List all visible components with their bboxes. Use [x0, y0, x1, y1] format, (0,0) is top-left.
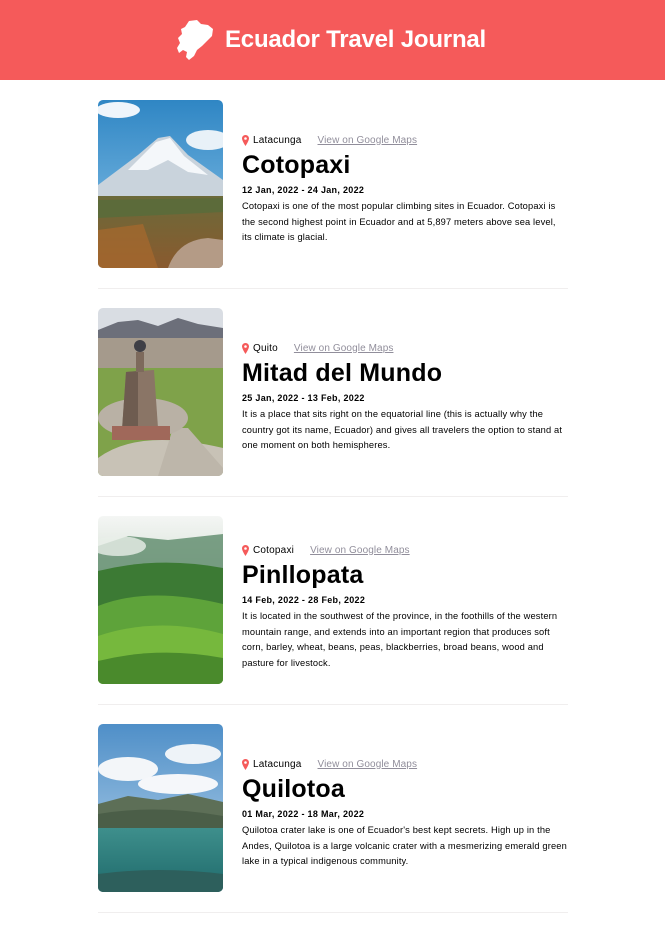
location-label: Latacunga: [253, 134, 302, 146]
app-header: Ecuador Travel Journal: [0, 0, 665, 80]
entry-photo-mitad-del-mundo: [98, 308, 223, 476]
location-pin-icon: [242, 134, 249, 146]
location-row: Latacunga View on Google Maps: [242, 757, 568, 771]
entry-photo-quilotoa: [98, 724, 223, 892]
journal-entry: Latacunga View on Google Maps Quilotoa 0…: [98, 724, 568, 932]
ecuador-map-icon: [176, 20, 213, 60]
journal-entry: Latacunga View on Google Maps Cotopaxi 1…: [98, 100, 568, 308]
location-row: Quito View on Google Maps: [242, 341, 568, 355]
location-pin-icon: [242, 758, 249, 770]
location-row: Cotopaxi View on Google Maps: [242, 543, 568, 557]
entry-divider: [98, 912, 568, 913]
entry-title: Mitad del Mundo: [242, 359, 443, 387]
entry-dates: 14 Feb, 2022 - 28 Feb, 2022: [242, 595, 366, 605]
entry-title: Quilotoa: [242, 775, 345, 803]
view-on-google-maps-link[interactable]: View on Google Maps: [310, 545, 410, 556]
entry-dates: 25 Jan, 2022 - 13 Feb, 2022: [242, 393, 365, 403]
entry-title: Cotopaxi: [242, 151, 351, 179]
entry-description: Quilotoa crater lake is one of Ecuador's…: [242, 825, 567, 867]
entry-description: It is a place that sits right on the equ…: [242, 409, 563, 451]
view-on-google-maps-link[interactable]: View on Google Maps: [294, 343, 394, 354]
location-pin-icon: [242, 342, 249, 354]
location-label: Quito: [253, 342, 278, 354]
view-on-google-maps-link[interactable]: View on Google Maps: [318, 759, 418, 770]
entry-dates: 01 Mar, 2022 - 18 Mar, 2022: [242, 809, 365, 819]
entry-info: Cotopaxi View on Google Maps Pinllopata …: [242, 543, 568, 671]
journal-entry: Quito View on Google Maps Mitad del Mund…: [98, 308, 568, 516]
entry-divider: [98, 496, 568, 497]
entry-title: Pinllopata: [242, 561, 364, 589]
page-title: Ecuador Travel Journal: [224, 26, 487, 53]
entry-photo-pinllopata: [98, 516, 223, 684]
entry-photo-cotopaxi: [98, 100, 223, 268]
entry-description: It is located in the southwest of the pr…: [242, 611, 558, 668]
entry-info: Latacunga View on Google Maps Cotopaxi 1…: [242, 133, 568, 246]
location-row: Latacunga View on Google Maps: [242, 133, 568, 147]
journal-entries: Latacunga View on Google Maps Cotopaxi 1…: [98, 100, 568, 932]
entry-info: Quito View on Google Maps Mitad del Mund…: [242, 341, 568, 454]
entry-divider: [98, 288, 568, 289]
location-pin-icon: [242, 544, 249, 556]
entry-dates: 12 Jan, 2022 - 24 Jan, 2022: [242, 185, 365, 195]
view-on-google-maps-link[interactable]: View on Google Maps: [318, 135, 418, 146]
entry-info: Latacunga View on Google Maps Quilotoa 0…: [242, 757, 568, 870]
entry-divider: [98, 704, 568, 705]
entry-description: Cotopaxi is one of the most popular clim…: [242, 201, 556, 243]
journal-entry: Cotopaxi View on Google Maps Pinllopata …: [98, 516, 568, 724]
location-label: Cotopaxi: [253, 544, 295, 556]
location-label: Latacunga: [253, 758, 302, 770]
